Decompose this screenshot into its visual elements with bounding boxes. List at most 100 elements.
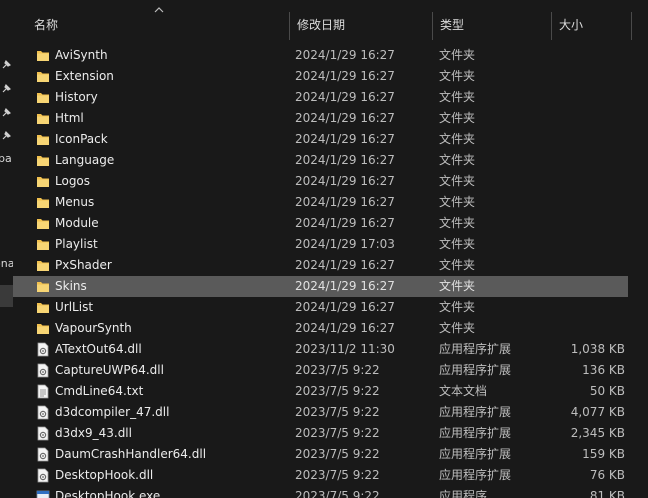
file-date: 2023/7/5 9:22 bbox=[295, 384, 380, 398]
dll-file-icon bbox=[36, 468, 50, 483]
file-size: 4,077 KB bbox=[570, 405, 625, 419]
file-type: 文件夹 bbox=[439, 321, 476, 335]
file-name: Skins bbox=[55, 279, 87, 293]
file-row[interactable]: Playlist 2024/1/29 17:03 文件夹 bbox=[13, 234, 648, 255]
file-type: 文件夹 bbox=[439, 132, 476, 146]
column-header: 名称 修改日期 类型 大小 bbox=[13, 0, 648, 40]
file-row[interactable]: Html 2024/1/29 16:27 文件夹 bbox=[13, 108, 648, 129]
file-type: 应用程序扩展 bbox=[439, 447, 512, 461]
folder-icon bbox=[36, 174, 50, 189]
file-size: 1,038 KB bbox=[570, 342, 625, 356]
file-name: CmdLine64.txt bbox=[55, 384, 144, 398]
folder-icon bbox=[36, 237, 50, 252]
navigation-pane[interactable]: pa ona bbox=[0, 0, 13, 498]
file-date: 2024/1/29 16:27 bbox=[295, 300, 395, 314]
file-row[interactable]: CaptureUWP64.dll 2023/7/5 9:22 应用程序扩展 13… bbox=[13, 360, 648, 381]
file-row[interactable]: Menus 2024/1/29 16:27 文件夹 bbox=[13, 192, 648, 213]
file-type: 文件夹 bbox=[439, 300, 476, 314]
file-type: 文件夹 bbox=[439, 90, 476, 104]
file-name: Menus bbox=[55, 195, 95, 209]
file-date: 2024/1/29 16:27 bbox=[295, 48, 395, 62]
file-type: 应用程序扩展 bbox=[439, 363, 512, 377]
column-header-type[interactable]: 类型 bbox=[432, 0, 551, 40]
text-file-icon bbox=[36, 384, 50, 399]
pin-icon[interactable] bbox=[1, 60, 11, 70]
nav-item-label[interactable]: ona bbox=[0, 257, 13, 270]
folder-icon bbox=[36, 258, 50, 273]
file-type: 文件夹 bbox=[439, 153, 476, 167]
file-row[interactable]: Skins 2024/1/29 16:27 文件夹 bbox=[13, 276, 628, 297]
file-row[interactable]: CmdLine64.txt 2023/7/5 9:22 文本文档 50 KB bbox=[13, 381, 648, 402]
dll-file-icon bbox=[36, 447, 50, 462]
file-type: 应用程序扩展 bbox=[439, 468, 512, 482]
pin-icon[interactable] bbox=[1, 131, 11, 141]
file-type: 文件夹 bbox=[439, 195, 476, 209]
file-row[interactable]: IconPack 2024/1/29 16:27 文件夹 bbox=[13, 129, 648, 150]
file-row[interactable]: d3dx9_43.dll 2023/7/5 9:22 应用程序扩展 2,345 … bbox=[13, 423, 648, 444]
column-header-date[interactable]: 修改日期 bbox=[289, 0, 432, 40]
file-name: ATextOut64.dll bbox=[55, 342, 142, 356]
nav-selected-item[interactable] bbox=[0, 285, 13, 307]
column-header-size[interactable]: 大小 bbox=[551, 0, 631, 40]
file-row[interactable]: Language 2024/1/29 16:27 文件夹 bbox=[13, 150, 648, 171]
file-type: 文件夹 bbox=[439, 216, 476, 230]
dll-file-icon bbox=[36, 342, 50, 357]
nav-item-label[interactable]: pa bbox=[0, 152, 12, 165]
file-row[interactable]: d3dcompiler_47.dll 2023/7/5 9:22 应用程序扩展 … bbox=[13, 402, 648, 423]
file-row[interactable]: DaumCrashHandler64.dll 2023/7/5 9:22 应用程… bbox=[13, 444, 648, 465]
file-date: 2024/1/29 16:27 bbox=[295, 111, 395, 125]
file-date: 2023/7/5 9:22 bbox=[295, 363, 380, 377]
file-type: 文件夹 bbox=[439, 48, 476, 62]
file-date: 2023/7/5 9:22 bbox=[295, 426, 380, 440]
file-date: 2024/1/29 17:03 bbox=[295, 237, 395, 251]
file-date: 2024/1/29 16:27 bbox=[295, 258, 395, 272]
file-date: 2024/1/29 16:27 bbox=[295, 153, 395, 167]
pin-icon[interactable] bbox=[1, 108, 11, 118]
file-row[interactable]: ATextOut64.dll 2023/11/2 11:30 应用程序扩展 1,… bbox=[13, 339, 648, 360]
folder-icon bbox=[36, 321, 50, 336]
file-name: DesktopHook.dll bbox=[55, 468, 154, 482]
file-size: 2,345 KB bbox=[570, 426, 625, 440]
folder-icon bbox=[36, 69, 50, 84]
file-date: 2024/1/29 16:27 bbox=[295, 132, 395, 146]
file-date: 2024/1/29 16:27 bbox=[295, 321, 395, 335]
file-row[interactable]: UrlList 2024/1/29 16:27 文件夹 bbox=[13, 297, 648, 318]
file-date: 2024/1/29 16:27 bbox=[295, 216, 395, 230]
file-name: Language bbox=[55, 153, 115, 167]
file-name: Playlist bbox=[55, 237, 98, 251]
file-row[interactable]: DesktopHook.exe 2023/7/5 9:22 应用程序 81 KB bbox=[13, 486, 648, 498]
dll-file-icon bbox=[36, 405, 50, 420]
column-header-name[interactable]: 名称 bbox=[26, 0, 291, 40]
file-row[interactable]: DesktopHook.dll 2023/7/5 9:22 应用程序扩展 76 … bbox=[13, 465, 648, 486]
file-name: UrlList bbox=[55, 300, 94, 314]
file-name: VapourSynth bbox=[55, 321, 132, 335]
file-row[interactable]: PxShader 2024/1/29 16:27 文件夹 bbox=[13, 255, 648, 276]
dll-file-icon bbox=[36, 363, 50, 378]
file-date: 2024/1/29 16:27 bbox=[295, 90, 395, 104]
file-list: AviSynth 2024/1/29 16:27 文件夹 Extension 2… bbox=[13, 45, 648, 498]
folder-icon bbox=[36, 90, 50, 105]
file-date: 2024/1/29 16:27 bbox=[295, 195, 395, 209]
file-size: 76 KB bbox=[589, 468, 625, 482]
pin-icon[interactable] bbox=[1, 84, 11, 94]
file-type: 文件夹 bbox=[439, 279, 476, 293]
file-date: 2023/7/5 9:22 bbox=[295, 447, 380, 461]
file-name: Logos bbox=[55, 174, 91, 188]
file-row[interactable]: Module 2024/1/29 16:27 文件夹 bbox=[13, 213, 648, 234]
file-date: 2024/1/29 16:27 bbox=[295, 69, 395, 83]
file-row[interactable]: History 2024/1/29 16:27 文件夹 bbox=[13, 87, 648, 108]
column-separator[interactable] bbox=[631, 12, 632, 40]
file-type: 文件夹 bbox=[439, 258, 476, 272]
file-row[interactable]: Extension 2024/1/29 16:27 文件夹 bbox=[13, 66, 648, 87]
file-row[interactable]: VapourSynth 2024/1/29 16:27 文件夹 bbox=[13, 318, 648, 339]
exe-file-icon bbox=[36, 489, 50, 498]
file-name: History bbox=[55, 90, 98, 104]
file-size: 50 KB bbox=[589, 384, 625, 398]
file-type: 应用程序扩展 bbox=[439, 342, 512, 356]
file-row[interactable]: Logos 2024/1/29 16:27 文件夹 bbox=[13, 171, 648, 192]
file-date: 2023/11/2 11:30 bbox=[295, 342, 395, 356]
folder-icon bbox=[36, 48, 50, 63]
file-row[interactable]: AviSynth 2024/1/29 16:27 文件夹 bbox=[13, 45, 648, 66]
file-size: 136 KB bbox=[582, 363, 625, 377]
file-type: 应用程序扩展 bbox=[439, 426, 512, 440]
